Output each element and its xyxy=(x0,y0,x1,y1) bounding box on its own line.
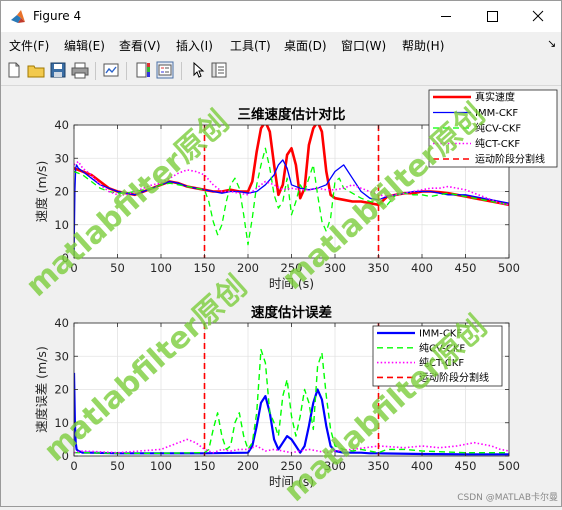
title-bar[interactable]: Figure 4 xyxy=(1,1,561,32)
menu-bar: 文件(F) 编辑(E) 查看(V) 插入(I) 工具(T) 桌面(D) 窗口(W… xyxy=(1,32,561,56)
toolbar-separator xyxy=(126,62,127,80)
toolbar-dock-arrow[interactable]: ↘ xyxy=(547,37,556,50)
maximize-button[interactable] xyxy=(469,1,515,32)
close-button[interactable] xyxy=(515,1,561,32)
x-tick-label: 50 xyxy=(110,459,125,473)
menu-edit[interactable]: 编辑(E) xyxy=(64,37,105,54)
y-tick-label: 30 xyxy=(54,151,69,165)
print-icon[interactable] xyxy=(71,61,89,79)
maximize-icon xyxy=(487,11,498,22)
y-tick-label: 40 xyxy=(54,118,69,132)
axes-title: 速度估计误差 xyxy=(251,304,332,321)
x-tick-label: 100 xyxy=(150,459,172,473)
insert-legend-icon[interactable] xyxy=(156,61,174,79)
open-icon[interactable] xyxy=(27,61,45,79)
property-inspector-icon[interactable] xyxy=(210,61,228,79)
figure-plots: 0 50 100 150 200 250 300 350 400 450 500010203040三… xyxy=(19,89,558,509)
x-tick-label: 50 xyxy=(110,261,125,275)
x-tick-label: 0 xyxy=(70,459,77,473)
axes-title: 三维速度估计对比 xyxy=(238,106,346,123)
link-plot-icon[interactable] xyxy=(102,61,120,79)
y-axis-label: 速度 (m/s) xyxy=(34,161,49,223)
x-tick-label: 450 xyxy=(455,459,477,473)
x-tick-label: 500 xyxy=(498,261,520,275)
figure-canvas: 0 50 100 150 200 250 300 350 400 450 500 0 10 20 30 40 三… xyxy=(2,86,560,509)
new-figure-icon[interactable] xyxy=(5,61,23,79)
menu-desktop[interactable]: 桌面(D) xyxy=(284,37,327,54)
y-tick-label: 40 xyxy=(54,316,69,330)
figure-window: Figure 4 文件(F) 编辑(E) 查看(V) 插入(I) 工具(T) 桌… xyxy=(0,0,562,509)
toolbar-separator xyxy=(95,62,96,80)
x-tick-label: 200 xyxy=(237,459,259,473)
insert-colorbar-icon[interactable] xyxy=(134,61,152,79)
menu-tools[interactable]: 工具(T) xyxy=(230,37,271,54)
edit-plot-arrow-icon[interactable] xyxy=(189,61,207,79)
y-axis-label: 速度误差 (m/s) xyxy=(34,346,49,433)
minimize-button[interactable] xyxy=(423,1,469,32)
y-tick-label: 30 xyxy=(54,349,69,363)
menu-insert[interactable]: 插入(I) xyxy=(176,37,213,54)
matlab-logo-icon xyxy=(11,10,25,23)
x-tick-label: 200 xyxy=(237,261,259,275)
legend-entry-label: 纯CT-CKF xyxy=(475,137,520,150)
y-tick-label: 20 xyxy=(54,185,69,199)
x-tick-label: 450 xyxy=(455,261,477,275)
menu-view[interactable]: 查看(V) xyxy=(119,37,161,54)
menu-file[interactable]: 文件(F) xyxy=(9,37,49,54)
x-tick-label: 400 xyxy=(411,261,433,275)
y-tick-label: 10 xyxy=(54,218,69,232)
x-tick-label: 500 xyxy=(498,459,520,473)
legend-entry-label: 真实速度 xyxy=(475,91,515,104)
x-tick-label: 350 xyxy=(368,459,390,473)
x-tick-label: 400 xyxy=(411,459,433,473)
menu-window[interactable]: 窗口(W) xyxy=(341,37,386,54)
y-tick-label: 20 xyxy=(54,383,69,397)
x-tick-label: 150 xyxy=(194,261,216,275)
x-tick-label: 100 xyxy=(150,261,172,275)
minimize-icon xyxy=(441,16,451,17)
save-icon[interactable] xyxy=(49,61,67,79)
toolbar-separator xyxy=(181,62,182,80)
csdn-credit-text: CSDN @MATLAB卡尔曼 xyxy=(457,491,558,503)
figure-toolbar xyxy=(1,57,561,86)
window-title: Figure 4 xyxy=(33,9,82,23)
legend-entry-label: 运动阶段分割线 xyxy=(475,153,545,166)
x-tick-label: 350 xyxy=(368,261,390,275)
x-tick-label: 150 xyxy=(194,459,216,473)
menu-help[interactable]: 帮助(H) xyxy=(402,37,444,54)
close-icon xyxy=(532,10,544,22)
